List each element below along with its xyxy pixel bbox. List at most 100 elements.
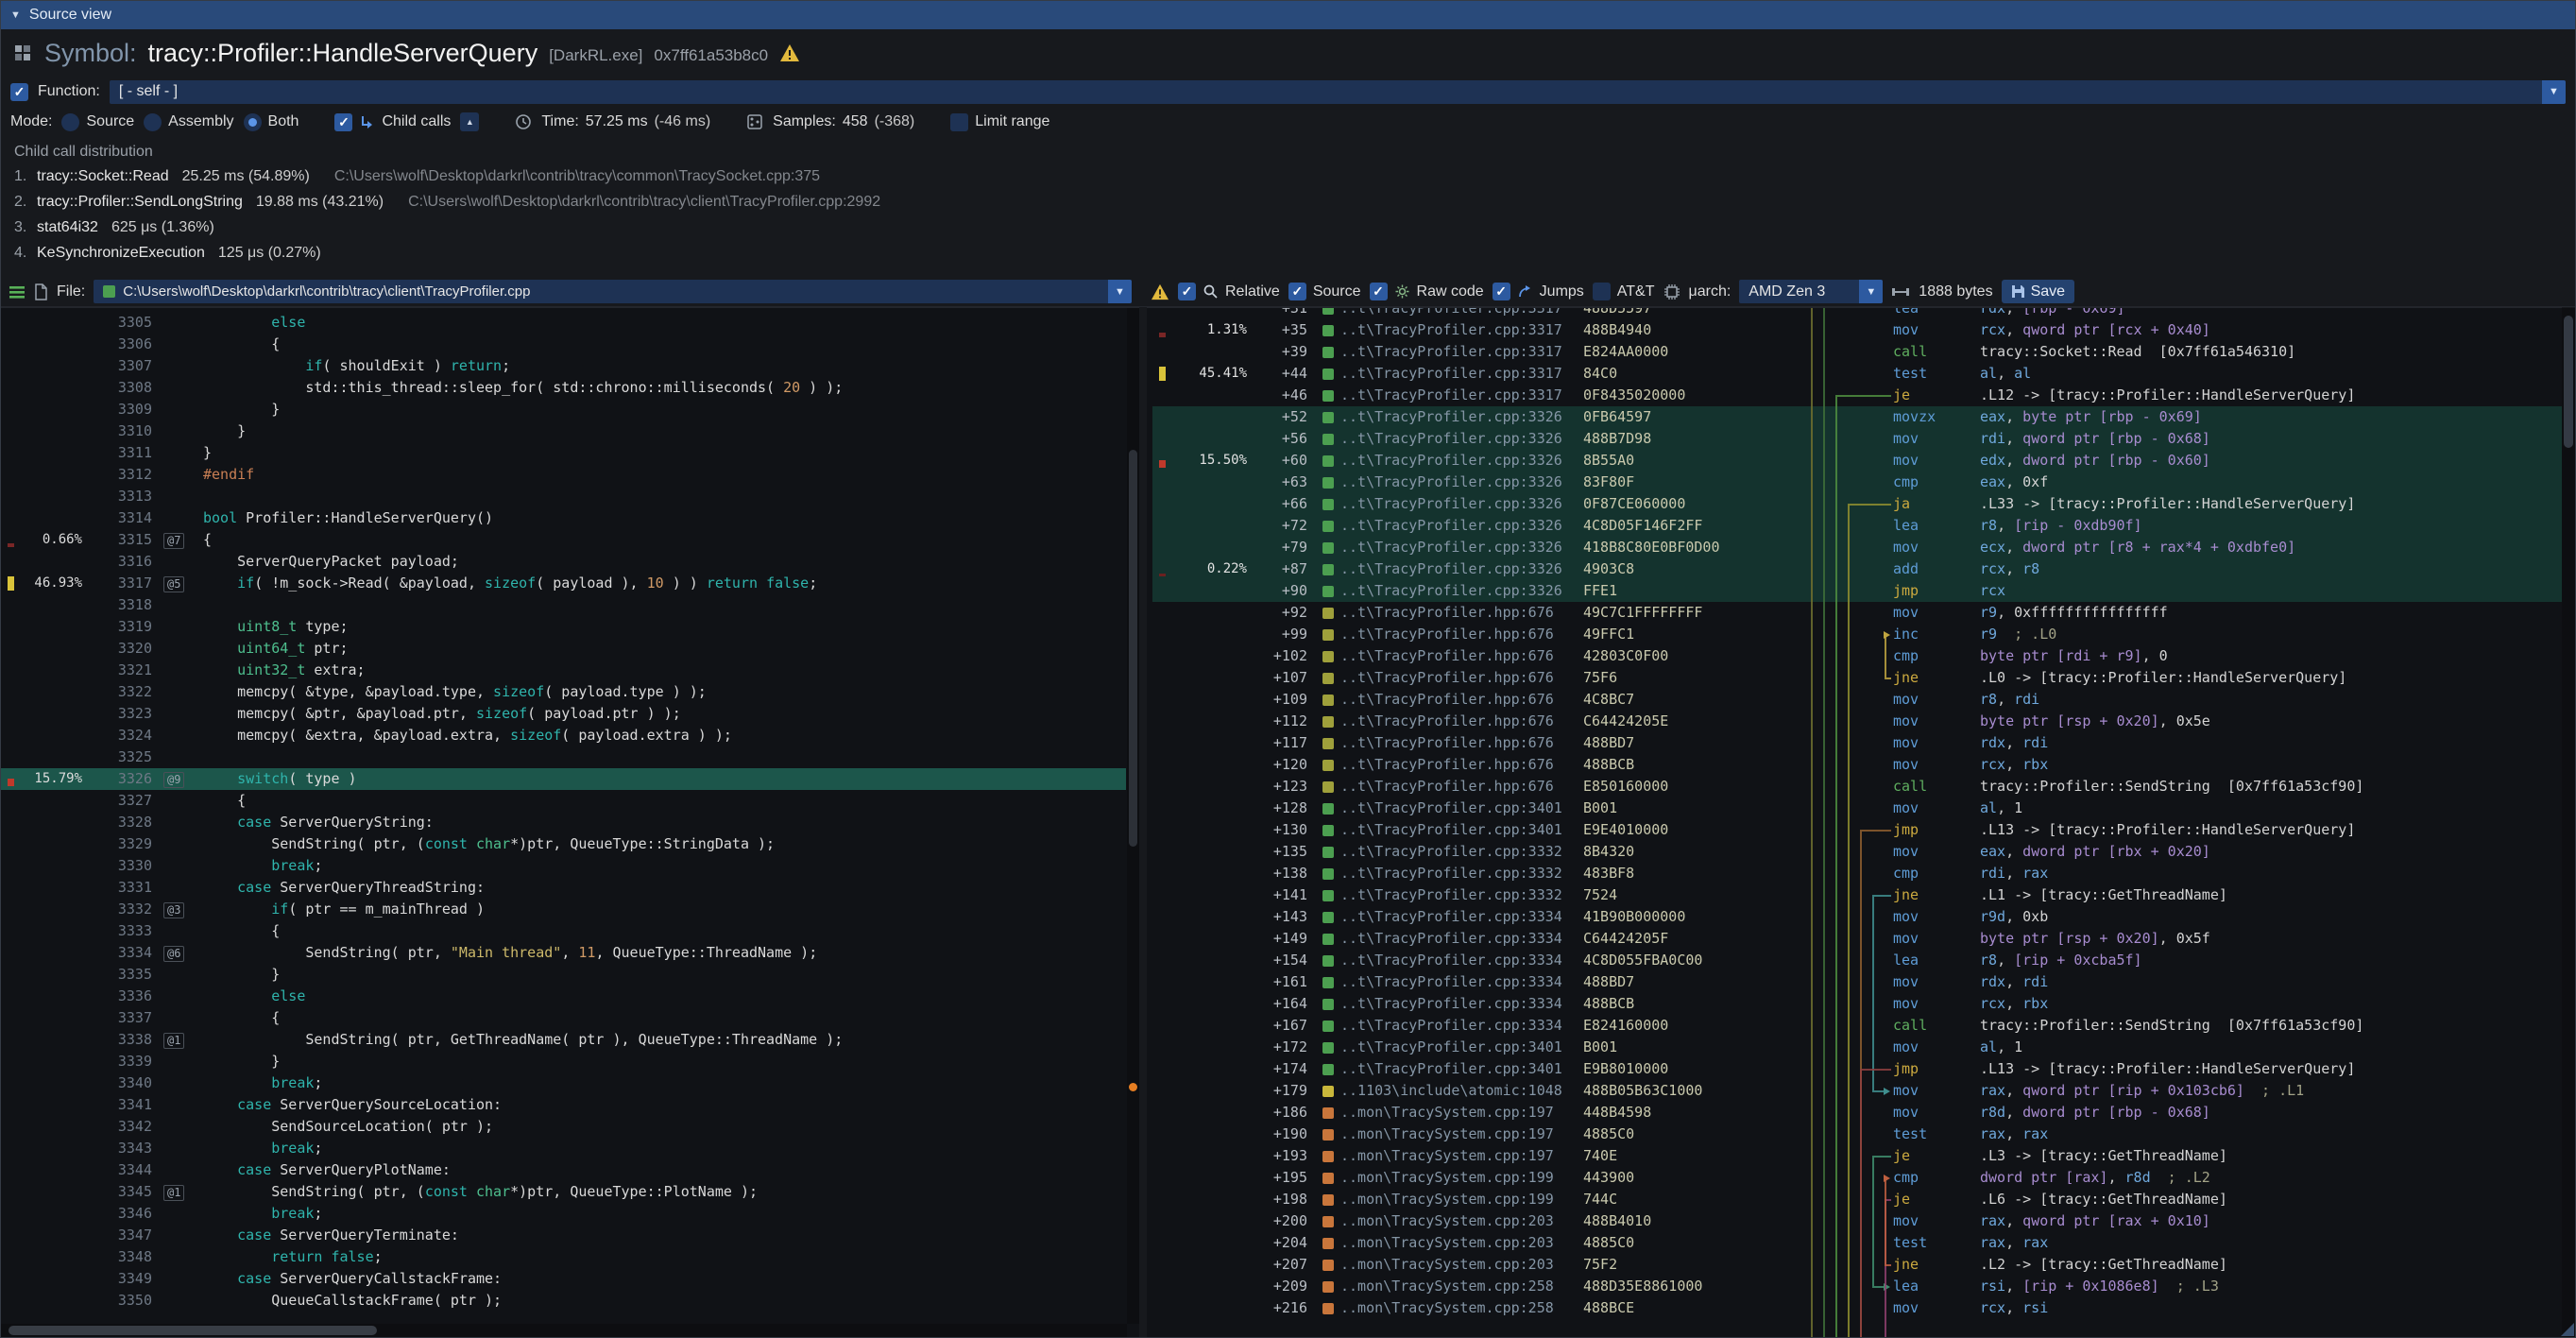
source-line[interactable]: 3345@1 SendString( ptr, (const char*)ptr… — [1, 1181, 1126, 1203]
instruction-source-location[interactable]: ..t\TracyProfiler.cpp:3317 — [1322, 385, 1583, 406]
instruction-source-location[interactable]: ..mon\TracySystem.cpp:199 — [1322, 1167, 1583, 1189]
assembly-row[interactable]: +135..t\TracyProfiler.cpp:33328B4320move… — [1152, 841, 2562, 863]
raw-code-checkbox[interactable] — [1370, 283, 1388, 300]
instruction-source-location[interactable]: ..t\TracyProfiler.hpp:676 — [1322, 732, 1583, 754]
source-line[interactable]: 3341 case ServerQuerySourceLocation: — [1, 1094, 1126, 1116]
instruction-source-location[interactable]: ..t\TracyProfiler.cpp:3326 — [1322, 406, 1583, 428]
instruction-source-location[interactable]: ..t\TracyProfiler.cpp:3317 — [1322, 319, 1583, 341]
raw-code-toggle[interactable]: Raw code — [1370, 283, 1484, 300]
child-calls-toggle[interactable]: Child calls — [334, 113, 451, 131]
radio-source[interactable]: Source — [61, 113, 134, 131]
source-line[interactable]: 3347 case ServerQueryTerminate: — [1, 1225, 1126, 1246]
assembly-row[interactable]: +207..mon\TracySystem.cpp:20375F2jne.L2 … — [1152, 1254, 2562, 1276]
titlebar[interactable]: ▼ Source view — [1, 1, 2575, 29]
instruction-source-location[interactable]: ..mon\TracySystem.cpp:203 — [1322, 1210, 1583, 1232]
instruction-source-location[interactable]: ..t\TracyProfiler.cpp:3317 — [1322, 341, 1583, 363]
file-combo-arrow-icon[interactable]: ▼ — [1108, 280, 1132, 303]
instruction-source-location[interactable]: ..t\TracyProfiler.hpp:676 — [1322, 776, 1583, 798]
assembly-row[interactable]: +141..t\TracyProfiler.cpp:33327524jne.L1… — [1152, 884, 2562, 906]
source-line[interactable]: 3332@3 if( ptr == m_mainThread ) — [1, 899, 1126, 920]
source-line[interactable]: 3323 memcpy( &ptr, &payload.ptr, sizeof(… — [1, 703, 1126, 725]
source-line[interactable]: 3309 } — [1, 399, 1126, 420]
source-line[interactable]: 3336 else — [1, 986, 1126, 1007]
source-horizontal-scrollbar[interactable] — [1, 1324, 1127, 1337]
child-call-item[interactable]: 2.tracy::Profiler::SendLongString19.88 m… — [14, 189, 2575, 214]
source-line[interactable]: 3322 memcpy( &type, &payload.type, sizeo… — [1, 681, 1126, 703]
instruction-source-location[interactable]: ..t\TracyProfiler.cpp:3326 — [1322, 493, 1583, 515]
source-vertical-scrollbar-thumb[interactable] — [1129, 450, 1137, 847]
source-line[interactable]: 3333 { — [1, 920, 1126, 942]
source-line[interactable]: 15.79%3326@9 switch( type ) — [1, 768, 1126, 790]
instruction-source-location[interactable]: ..t\TracyProfiler.cpp:3326 — [1322, 558, 1583, 580]
radio-assembly-circle[interactable] — [144, 113, 162, 131]
assembly-row[interactable]: +154..t\TracyProfiler.cpp:33344C8D055FBA… — [1152, 950, 2562, 971]
assembly-row[interactable]: +99..t\TracyProfiler.hpp:67649FFC1incr9 … — [1152, 624, 2562, 645]
pane-splitter[interactable] — [1139, 307, 1147, 1337]
instruction-source-location[interactable]: ..t\TracyProfiler.cpp:3326 — [1322, 537, 1583, 558]
instruction-source-location[interactable]: ..t\TracyProfiler.cpp:3326 — [1322, 428, 1583, 450]
instruction-source-location[interactable]: ..t\TracyProfiler.cpp:3334 — [1322, 1015, 1583, 1037]
limit-range-checkbox[interactable] — [950, 113, 968, 131]
assembly-row[interactable]: +172..t\TracyProfiler.cpp:3401B001moval,… — [1152, 1037, 2562, 1058]
assembly-row[interactable]: +92..t\TracyProfiler.hpp:67649C7C1FFFFFF… — [1152, 602, 2562, 624]
source-line[interactable]: 3329 SendString( ptr, (const char*)ptr, … — [1, 833, 1126, 855]
assembly-row[interactable]: +195..mon\TracySystem.cpp:199443900cmpdw… — [1152, 1167, 2562, 1189]
resize-grip-icon[interactable] — [2561, 1323, 2574, 1336]
source-line[interactable]: 3321 uint32_t extra; — [1, 660, 1126, 681]
source-line[interactable]: 3320 uint64_t ptr; — [1, 638, 1126, 660]
instruction-source-location[interactable]: ..mon\TracySystem.cpp:197 — [1322, 1145, 1583, 1167]
instruction-source-location[interactable]: ..t\TracyProfiler.cpp:3334 — [1322, 971, 1583, 993]
assembly-row[interactable]: 15.50%+60..t\TracyProfiler.cpp:33268B55A… — [1152, 450, 2562, 472]
source-line[interactable]: 3342 SendSourceLocation( ptr ); — [1, 1116, 1126, 1138]
child-call-item[interactable]: 4.KeSynchronizeExecution125 μs (0.27%) — [14, 240, 2575, 262]
assembly-row[interactable]: +216..mon\TracySystem.cpp:258488BCEmovrc… — [1152, 1297, 2562, 1319]
source-line[interactable]: 3338@1 SendString( ptr, GetThreadName( p… — [1, 1029, 1126, 1051]
assembly-row[interactable]: 45.41%+44..t\TracyProfiler.cpp:331784C0t… — [1152, 363, 2562, 385]
instruction-source-location[interactable]: ..t\TracyProfiler.cpp:3317 — [1322, 363, 1583, 385]
source-line[interactable]: 3331 case ServerQueryThreadString: — [1, 877, 1126, 899]
assembly-row[interactable]: +209..mon\TracySystem.cpp:258488D35E8861… — [1152, 1276, 2562, 1297]
assembly-row[interactable]: +200..mon\TracySystem.cpp:203488B4010mov… — [1152, 1210, 2562, 1232]
assembly-row[interactable]: +164..t\TracyProfiler.cpp:3334488BCBmovr… — [1152, 993, 2562, 1015]
limit-range-toggle[interactable]: Limit range — [950, 113, 1049, 131]
instruction-source-location[interactable]: ..t\TracyProfiler.cpp:3334 — [1322, 928, 1583, 950]
instruction-source-location[interactable]: ..t\TracyProfiler.cpp:3317 — [1322, 308, 1583, 319]
source-line[interactable]: 3310 } — [1, 420, 1126, 442]
radio-source-circle[interactable] — [61, 113, 79, 131]
assembly-row[interactable]: +179..1103\include\atomic:1048488B05B63C… — [1152, 1080, 2562, 1102]
instruction-source-location[interactable]: ..t\TracyProfiler.hpp:676 — [1322, 645, 1583, 667]
assembly-vertical-scrollbar-thumb[interactable] — [2564, 316, 2573, 448]
radio-both[interactable]: Both — [244, 113, 299, 131]
file-combo[interactable]: C:\Users\wolf\Desktop\darkrl\contrib\tra… — [94, 280, 1132, 303]
function-checkbox[interactable] — [10, 83, 28, 101]
assembly-row[interactable]: +128..t\TracyProfiler.cpp:3401B001moval,… — [1152, 798, 2562, 819]
source-line[interactable]: 3339 } — [1, 1051, 1126, 1072]
source-line[interactable]: 3325 — [1, 746, 1126, 768]
assembly-row[interactable]: +186..mon\TracySystem.cpp:197448B4598mov… — [1152, 1102, 2562, 1124]
child-call-item[interactable]: 1.tracy::Socket::Read25.25 ms (54.89%)C:… — [14, 163, 2575, 189]
assembly-row[interactable]: +174..t\TracyProfiler.cpp:3401E9B8010000… — [1152, 1058, 2562, 1080]
source-line[interactable]: 3305 else — [1, 312, 1126, 334]
source-line[interactable]: 3343 break; — [1, 1138, 1126, 1159]
source-line[interactable]: 3314bool Profiler::HandleServerQuery() — [1, 507, 1126, 529]
assembly-row[interactable]: +198..mon\TracySystem.cpp:199744Cje.L6 -… — [1152, 1189, 2562, 1210]
assembly-row[interactable]: +161..t\TracyProfiler.cpp:3334488BD7movr… — [1152, 971, 2562, 993]
assembly-row[interactable]: +193..mon\TracySystem.cpp:197740Eje.L3 -… — [1152, 1145, 2562, 1167]
assembly-row[interactable]: +109..t\TracyProfiler.hpp:6764C8BC7movr8… — [1152, 689, 2562, 711]
source-line[interactable]: 3328 case ServerQueryString: — [1, 812, 1126, 833]
assembly-row[interactable]: +138..t\TracyProfiler.cpp:3332483BF8cmpr… — [1152, 863, 2562, 884]
source-vertical-scrollbar[interactable] — [1127, 308, 1139, 1324]
source-line[interactable]: 3312#endif — [1, 464, 1126, 486]
assembly-row[interactable]: +56..t\TracyProfiler.cpp:3326488B7D98mov… — [1152, 428, 2562, 450]
source-line[interactable]: 3334@6 SendString( ptr, "Main thread", 1… — [1, 942, 1126, 964]
assembly-row[interactable]: +102..t\TracyProfiler.hpp:67642803C0F00c… — [1152, 645, 2562, 667]
instruction-source-location[interactable]: ..t\TracyProfiler.hpp:676 — [1322, 711, 1583, 732]
assembly-row[interactable]: +112..t\TracyProfiler.hpp:676C64424205Em… — [1152, 711, 2562, 732]
source-line[interactable]: 3318 — [1, 594, 1126, 616]
source-line[interactable]: 46.93%3317@5 if( !m_sock->Read( &payload… — [1, 573, 1126, 594]
file-list-icon[interactable] — [9, 284, 26, 300]
instruction-source-location[interactable]: ..mon\TracySystem.cpp:203 — [1322, 1254, 1583, 1276]
source-line[interactable]: 0.66%3315@7{ — [1, 529, 1126, 551]
instruction-source-location[interactable]: ..t\TracyProfiler.cpp:3401 — [1322, 1058, 1583, 1080]
relative-checkbox[interactable] — [1178, 283, 1196, 300]
